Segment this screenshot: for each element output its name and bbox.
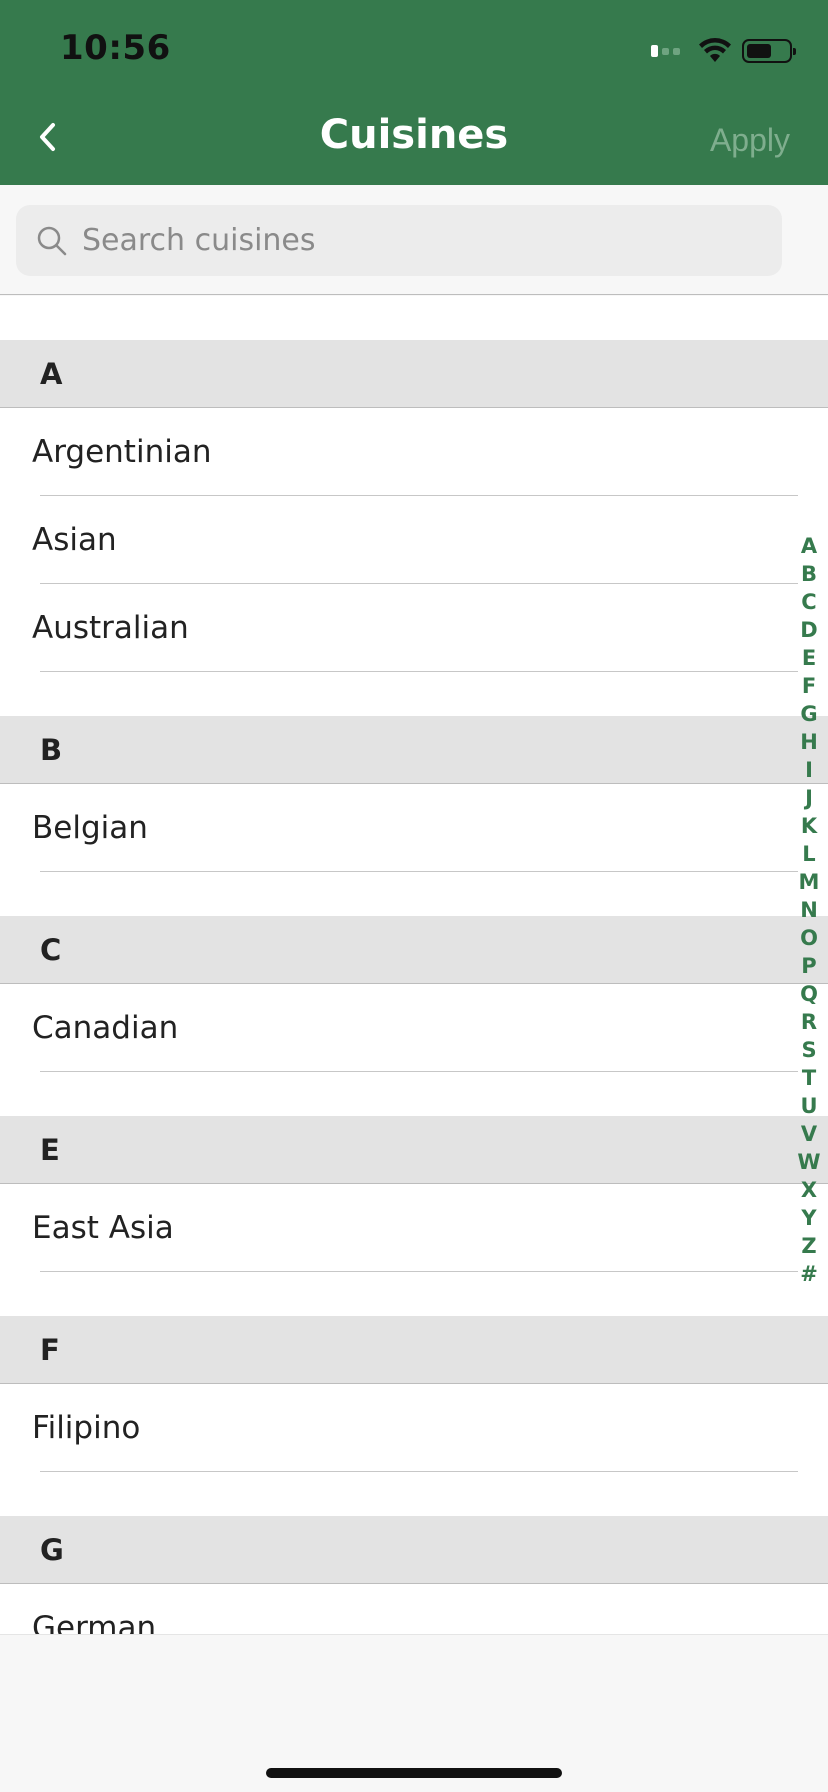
search-input[interactable] bbox=[82, 223, 742, 258]
page-title: Cuisines bbox=[319, 112, 509, 158]
index-letter[interactable]: S bbox=[801, 1036, 816, 1064]
index-letter[interactable]: N bbox=[800, 896, 818, 924]
list-item[interactable]: German bbox=[0, 1584, 828, 1634]
search-icon bbox=[37, 226, 67, 255]
section-header-c: C bbox=[0, 916, 828, 984]
index-letter[interactable]: K bbox=[801, 812, 817, 840]
nav-header: 10:56 Cuisines Apply bbox=[0, 0, 828, 185]
index-letter[interactable]: P bbox=[801, 952, 816, 980]
status-time: 10:56 bbox=[60, 28, 171, 68]
bottom-safe-area bbox=[0, 1634, 828, 1792]
list-item[interactable]: Australian bbox=[0, 584, 828, 672]
section-header-a: A bbox=[0, 340, 828, 408]
index-letter[interactable]: Y bbox=[801, 1204, 816, 1232]
chevron-left-icon bbox=[40, 123, 55, 151]
list-item[interactable]: Asian bbox=[0, 496, 828, 584]
index-letter[interactable]: W bbox=[797, 1148, 820, 1176]
apply-button[interactable]: Apply bbox=[710, 122, 790, 159]
index-letter[interactable]: G bbox=[800, 700, 817, 728]
list-item[interactable]: Belgian bbox=[0, 784, 828, 872]
index-letter[interactable]: X bbox=[801, 1176, 817, 1204]
alphabet-index[interactable]: A B C D E F G H I J K L M N O P Q R S T … bbox=[796, 532, 822, 1288]
section-header-g: G bbox=[0, 1516, 828, 1584]
index-letter[interactable]: F bbox=[802, 672, 816, 700]
index-letter[interactable]: D bbox=[800, 616, 817, 644]
index-letter[interactable]: O bbox=[800, 924, 818, 952]
search-box[interactable] bbox=[16, 205, 782, 276]
index-letter[interactable]: M bbox=[799, 868, 820, 896]
index-letter[interactable]: B bbox=[801, 560, 817, 588]
index-letter[interactable]: C bbox=[801, 588, 816, 616]
index-letter[interactable]: L bbox=[802, 840, 815, 868]
cellular-signal-icon bbox=[651, 45, 684, 57]
index-letter[interactable]: # bbox=[800, 1260, 818, 1288]
index-letter[interactable]: E bbox=[802, 644, 816, 672]
index-letter[interactable]: Z bbox=[801, 1232, 816, 1260]
index-letter[interactable]: Q bbox=[800, 980, 818, 1008]
home-indicator[interactable] bbox=[266, 1768, 562, 1778]
section-header-e: E bbox=[0, 1116, 828, 1184]
index-letter[interactable]: J bbox=[805, 784, 813, 812]
section-header-f: F bbox=[0, 1316, 828, 1384]
list-item[interactable]: East Asia bbox=[0, 1184, 828, 1272]
battery-icon bbox=[742, 39, 796, 63]
section-header-b: B bbox=[0, 716, 828, 784]
index-letter[interactable]: I bbox=[805, 756, 813, 784]
search-bar-container bbox=[0, 185, 828, 295]
index-letter[interactable]: U bbox=[800, 1092, 817, 1120]
list-item[interactable]: Argentinian bbox=[0, 408, 828, 496]
index-letter[interactable]: A bbox=[801, 532, 817, 560]
cuisine-list[interactable]: A Argentinian Asian Australian B Belgian… bbox=[0, 296, 828, 1634]
list-item[interactable]: Canadian bbox=[0, 984, 828, 1072]
index-letter[interactable]: V bbox=[801, 1120, 817, 1148]
index-letter[interactable]: H bbox=[800, 728, 818, 756]
status-icons bbox=[651, 36, 796, 66]
back-button[interactable] bbox=[28, 117, 68, 157]
index-letter[interactable]: T bbox=[802, 1064, 816, 1092]
index-letter[interactable]: R bbox=[801, 1008, 817, 1036]
wifi-icon bbox=[699, 38, 731, 62]
list-item[interactable]: Filipino bbox=[0, 1384, 828, 1472]
